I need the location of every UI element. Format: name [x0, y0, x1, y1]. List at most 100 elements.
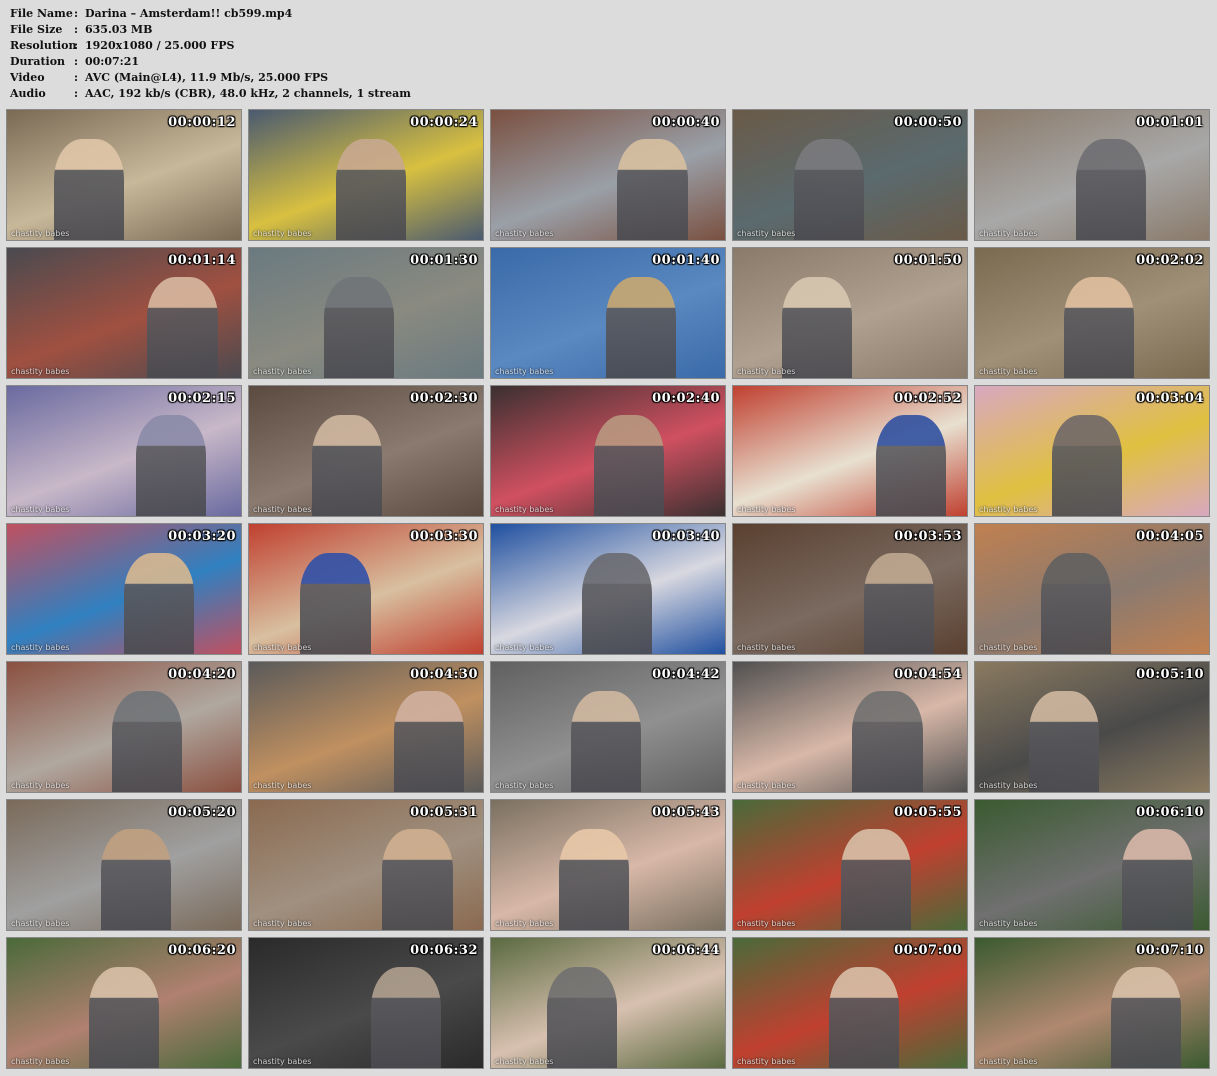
video-thumbnail: 00:06:20 chastity babes: [6, 937, 242, 1069]
timestamp-label: 00:00:24: [410, 115, 478, 130]
video-thumbnail: 00:02:52 chastity babes: [732, 385, 968, 517]
watermark-label: chastity babes: [11, 1057, 70, 1066]
watermark-label: chastity babes: [737, 919, 796, 928]
watermark-label: chastity babes: [737, 781, 796, 790]
timestamp-label: 00:04:05: [1136, 529, 1204, 544]
thumbnail-subject: [582, 552, 653, 654]
info-row: Duration:00:07:21: [10, 54, 610, 70]
thumbnail-subject: [605, 276, 676, 378]
watermark-label: chastity babes: [979, 643, 1038, 652]
thumbnail-subject: [88, 966, 160, 1068]
thumbnail-subject: [335, 138, 406, 240]
timestamp-label: 00:06:20: [168, 943, 236, 958]
video-thumbnail: 00:00:24 chastity babes: [248, 109, 484, 241]
timestamp-label: 00:01:14: [168, 253, 236, 268]
video-thumbnail: 00:01:14 chastity babes: [6, 247, 242, 379]
watermark-label: chastity babes: [253, 1057, 312, 1066]
video-thumbnail: 00:01:30 chastity babes: [248, 247, 484, 379]
timestamp-label: 00:03:53: [894, 529, 962, 544]
thumbnail-subject: [875, 414, 946, 516]
video-thumbnail: 00:02:40 chastity babes: [490, 385, 726, 517]
watermark-label: chastity babes: [11, 367, 70, 376]
timestamp-label: 00:00:12: [168, 115, 236, 130]
video-thumbnail: 00:03:40 chastity babes: [490, 523, 726, 655]
timestamp-label: 00:06:10: [1136, 805, 1204, 820]
timestamp-label: 00:00:40: [652, 115, 720, 130]
watermark-label: chastity babes: [979, 367, 1038, 376]
video-thumbnail: 00:01:50 chastity babes: [732, 247, 968, 379]
timestamp-label: 00:05:31: [410, 805, 478, 820]
timestamp-label: 00:04:20: [168, 667, 236, 682]
info-value: Darina – Amsterdam!! cb599.mp4: [85, 7, 293, 20]
thumbnail-subject: [394, 690, 465, 792]
info-label: Duration: [10, 55, 66, 68]
watermark-label: chastity babes: [737, 643, 796, 652]
watermark-label: chastity babes: [11, 505, 70, 514]
timestamp-label: 00:02:52: [894, 391, 962, 406]
info-value: AAC, 192 kb/s (CBR), 48.0 kHz, 2 channel…: [85, 87, 411, 100]
watermark-label: chastity babes: [979, 1057, 1038, 1066]
watermark-label: chastity babes: [253, 919, 312, 928]
watermark-label: chastity babes: [737, 1057, 796, 1066]
video-thumbnail: 00:02:30 chastity babes: [248, 385, 484, 517]
timestamp-label: 00:01:40: [652, 253, 720, 268]
video-thumbnail: 00:05:43 chastity babes: [490, 799, 726, 931]
video-thumbnail: 00:06:10 chastity babes: [974, 799, 1210, 931]
video-thumbnail: 00:02:02 chastity babes: [974, 247, 1210, 379]
info-value: 635.03 MB: [85, 23, 153, 36]
thumbnail-subject: [782, 276, 853, 378]
video-thumbnail: 00:00:40 chastity babes: [490, 109, 726, 241]
info-row: Video: AVC (Main@L4), 11.9 Mb/s, 25.000 F…: [10, 70, 610, 86]
video-thumbnail: 00:05:10 chastity babes: [974, 661, 1210, 793]
video-thumbnail: 00:04:54 chastity babes: [732, 661, 968, 793]
thumbnail-subject: [1110, 966, 1181, 1068]
watermark-label: chastity babes: [253, 229, 312, 238]
video-thumbnail: 00:04:05 chastity babes: [974, 523, 1210, 655]
timestamp-label: 00:07:10: [1136, 943, 1204, 958]
thumbnail-subject: [370, 966, 441, 1068]
watermark-label: chastity babes: [979, 229, 1038, 238]
watermark-label: chastity babes: [737, 367, 796, 376]
info-row: Audio: AAC, 192 kb/s (CBR), 48.0 kHz, 2 c…: [10, 86, 610, 102]
file-info-panel: File Name: Darina – Amsterdam!! cb599.mp4…: [10, 6, 610, 102]
watermark-label: chastity babes: [11, 643, 70, 652]
thumbnail-subject: [147, 276, 218, 378]
timestamp-label: 00:01:01: [1136, 115, 1204, 130]
info-separator: :: [74, 39, 79, 52]
thumbnail-subject: [547, 966, 618, 1068]
timestamp-label: 00:05:20: [168, 805, 236, 820]
video-thumbnail: 00:03:04 chastity babes: [974, 385, 1210, 517]
timestamp-label: 00:03:20: [168, 529, 236, 544]
watermark-label: chastity babes: [253, 781, 312, 790]
timestamp-label: 00:03:40: [652, 529, 720, 544]
video-thumbnail: 00:01:40 chastity babes: [490, 247, 726, 379]
info-label: File Size: [10, 23, 63, 36]
video-thumbnail: 00:05:20 chastity babes: [6, 799, 242, 931]
watermark-label: chastity babes: [737, 505, 796, 514]
timestamp-label: 00:02:15: [168, 391, 236, 406]
timestamp-label: 00:01:30: [410, 253, 478, 268]
watermark-label: chastity babes: [495, 367, 554, 376]
info-separator: :: [74, 87, 79, 100]
video-thumbnail: 00:01:01 chastity babes: [974, 109, 1210, 241]
video-thumbnail: 00:00:12 chastity babes: [6, 109, 242, 241]
video-thumbnail: 00:03:30 chastity babes: [248, 523, 484, 655]
watermark-label: chastity babes: [495, 1057, 554, 1066]
watermark-label: chastity babes: [495, 505, 554, 514]
video-thumbnail: 00:06:44 chastity babes: [490, 937, 726, 1069]
video-thumbnail: 00:05:31 chastity babes: [248, 799, 484, 931]
timestamp-label: 00:03:04: [1136, 391, 1204, 406]
thumbnail-subject: [1063, 276, 1135, 378]
thumbnail-subject: [382, 828, 453, 930]
timestamp-label: 00:02:30: [410, 391, 478, 406]
info-separator: :: [74, 55, 79, 68]
video-thumbnail: 00:07:00 chastity babes: [732, 937, 968, 1069]
timestamp-label: 00:06:44: [652, 943, 720, 958]
thumbnail-subject: [1040, 552, 1111, 654]
watermark-label: chastity babes: [495, 229, 554, 238]
thumbnail-subject: [323, 276, 395, 378]
timestamp-label: 00:05:10: [1136, 667, 1204, 682]
timestamp-label: 00:06:32: [410, 943, 478, 958]
thumbnail-subject: [112, 690, 183, 792]
timestamp-label: 00:00:50: [894, 115, 962, 130]
